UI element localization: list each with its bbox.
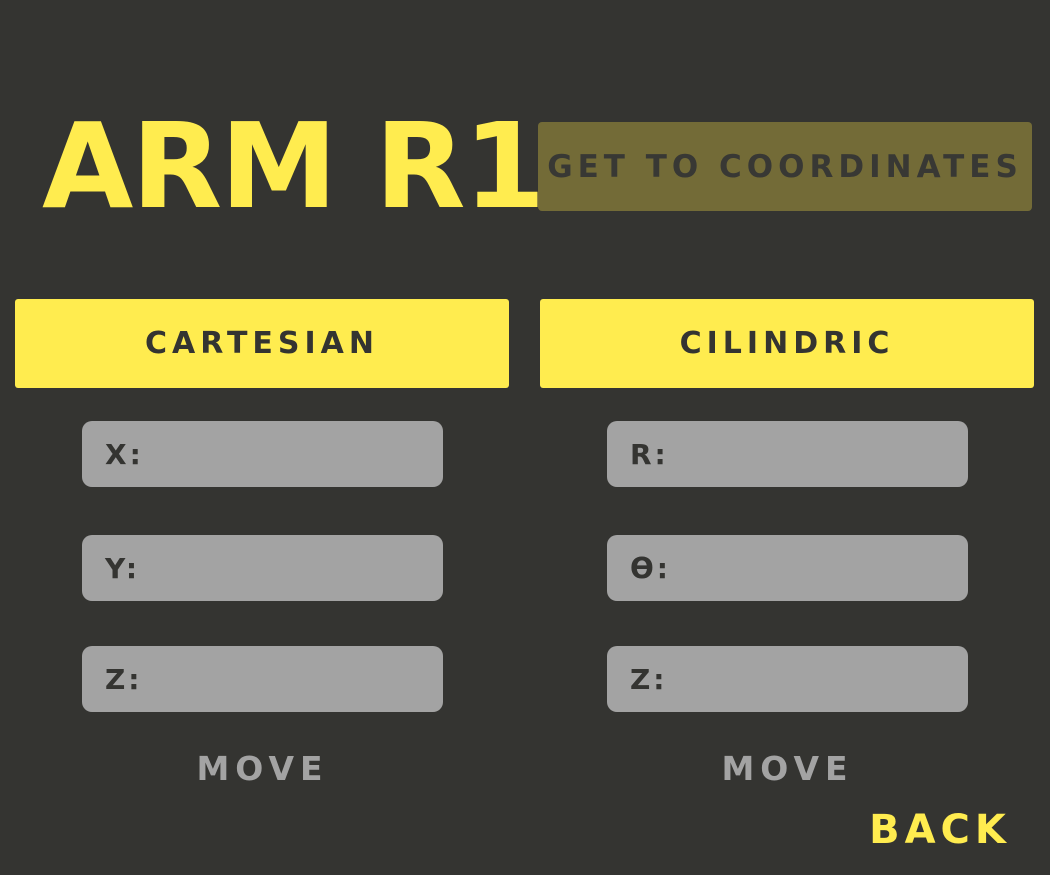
cartesian-mode-button[interactable]: CARTESIAN <box>15 299 509 388</box>
x-field-label: X: <box>105 437 144 471</box>
r-input[interactable] <box>676 421 968 487</box>
theta-input[interactable] <box>679 535 968 601</box>
z-cilindric-input[interactable] <box>675 646 968 712</box>
z-cartesian-input[interactable] <box>150 646 443 712</box>
r-field[interactable]: R: <box>607 421 968 487</box>
theta-field-label: ϴ: <box>630 551 671 585</box>
back-button[interactable]: BACK <box>860 802 1020 858</box>
y-input[interactable] <box>148 535 443 601</box>
z-cilindric-field[interactable]: Z: <box>607 646 968 712</box>
x-input[interactable] <box>151 421 443 487</box>
cilindric-mode-button[interactable]: CILINDRIC <box>540 299 1034 388</box>
get-to-coordinates-button[interactable]: GET TO COORDINATES <box>538 122 1032 211</box>
cilindric-move-button[interactable]: MOVE <box>607 744 968 792</box>
r-field-label: R: <box>630 437 669 471</box>
page-title: ARM R1 <box>42 97 546 235</box>
y-field-label: Y: <box>105 551 141 585</box>
z-cilindric-field-label: Z: <box>630 662 668 696</box>
z-cartesian-field-label: Z: <box>105 662 143 696</box>
y-field[interactable]: Y: <box>82 535 443 601</box>
theta-field[interactable]: ϴ: <box>607 535 968 601</box>
x-field[interactable]: X: <box>82 421 443 487</box>
cartesian-move-button[interactable]: MOVE <box>82 744 443 792</box>
z-cartesian-field[interactable]: Z: <box>82 646 443 712</box>
